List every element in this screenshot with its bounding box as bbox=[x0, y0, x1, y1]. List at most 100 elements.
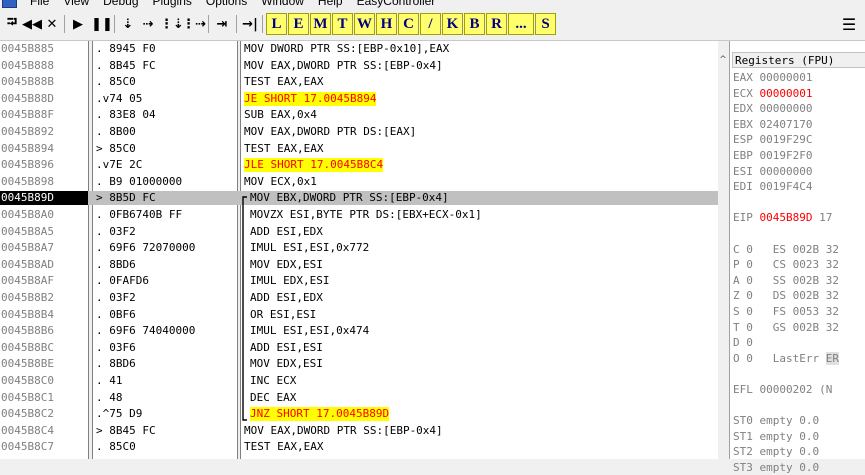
row-instruction: DEC EAX bbox=[250, 390, 297, 404]
menu-item-options[interactable]: Options bbox=[199, 0, 254, 8]
disassembly-row[interactable]: 0045B8C7 . 85C0 TEST EAX,EAX bbox=[0, 440, 728, 454]
disassembly-row[interactable]: 0045B8B2 . 03F2 ADD ESI,EDX bbox=[0, 291, 728, 305]
row-address: 0045B8B6 bbox=[1, 324, 54, 338]
menu-item-help[interactable]: Help bbox=[311, 0, 350, 8]
register-line: ESP 0019F29C bbox=[733, 133, 812, 147]
register-line: ST2 empty 0.0 bbox=[733, 445, 819, 459]
register-value: EBP 0019F2F0 bbox=[733, 149, 813, 162]
row-address: 0045B88F bbox=[1, 108, 54, 122]
disassembly-row[interactable]: 0045B896 .v7E 2C JLE SHORT 17.0045B8C4 bbox=[0, 158, 728, 173]
menu-item-view[interactable]: View bbox=[56, 0, 96, 8]
disassembly-row[interactable]: 0045B888 . 8B45 FC MOV EAX,DWORD PTR SS:[E… bbox=[0, 59, 728, 73]
toolbar-button-m[interactable]: M bbox=[310, 13, 331, 35]
toolbar-button-more[interactable]: ... bbox=[508, 13, 534, 35]
register-line: S 0 FS 0053 32 bbox=[733, 305, 839, 319]
disassembly-row[interactable]: 0045B8C0 . 41 INC ECX bbox=[0, 374, 728, 388]
toolbar-button-s[interactable]: S bbox=[535, 13, 556, 35]
row-bytes: . 0FAFD6 bbox=[96, 274, 149, 288]
disassembly-row[interactable]: 0045B8B4 . 0BF6 OR ESI,ESI bbox=[0, 308, 728, 322]
toolbar-button-b[interactable]: B bbox=[464, 13, 485, 35]
execute-till-return-icon[interactable]: ⇥ bbox=[212, 13, 232, 35]
disassembly-row[interactable]: 0045B898 . B9 01000000 MOV ECX,0x1 bbox=[0, 175, 728, 189]
app-icon bbox=[2, 0, 17, 8]
toolbar-button-r[interactable]: R bbox=[486, 13, 507, 35]
disassembly-row[interactable]: 0045B8C2 .^75 D9 JNZ SHORT 17.0045B89D bbox=[0, 407, 728, 422]
row-address: 0045B8C2 bbox=[1, 407, 54, 421]
pause-icon[interactable]: ❚❚ bbox=[91, 13, 113, 35]
row-instruction: ADD ESI,EDX bbox=[250, 291, 323, 304]
menu-item-file[interactable]: File bbox=[23, 0, 56, 8]
disassembly-row[interactable]: 0045B8BC . 03F6 ADD ESI,ESI bbox=[0, 341, 728, 355]
disassembly-row[interactable]: 0045B89D > 8B5D FC MOV EBX,DWORD PTR SS:[E… bbox=[0, 191, 728, 206]
scroll-up-icon[interactable]: ^ bbox=[718, 55, 728, 65]
toolbar-button-l[interactable]: L bbox=[266, 13, 287, 35]
menu-item-easycontroller[interactable]: EasyController bbox=[350, 0, 443, 8]
menu-item-plugins[interactable]: Plugins bbox=[146, 0, 199, 8]
register-value: EDX 00000000 bbox=[733, 102, 813, 116]
open-icon[interactable]: ⮒ bbox=[2, 13, 22, 35]
menu-item-window[interactable]: Window bbox=[254, 0, 311, 8]
toolbar-button-t[interactable]: T bbox=[332, 13, 353, 35]
register-value: Z 0 DS 002B 32 bbox=[733, 289, 839, 303]
toolbar-button-h[interactable]: H bbox=[376, 13, 397, 35]
disassembly-row[interactable]: 0045B88F . 83E8 04 SUB EAX,0x4 bbox=[0, 108, 728, 122]
goto-icon[interactable]: →| bbox=[240, 13, 260, 35]
row-address: 0045B892 bbox=[1, 125, 54, 138]
disassembly-row[interactable]: 0045B894 > 85C0 TEST EAX,EAX bbox=[0, 142, 728, 156]
disassembly-row[interactable]: 0045B892 . 8B00 MOV EAX,DWORD PTR DS:[EAX] bbox=[0, 125, 728, 139]
register-annotation: 17 bbox=[812, 211, 833, 225]
registers-pane[interactable]: Registers (FPU) EAX 00000001 ECX 00000001… bbox=[729, 41, 865, 474]
row-instruction: ADD ESI,ESI bbox=[250, 340, 323, 354]
close-icon[interactable]: ✕ bbox=[42, 13, 62, 35]
trace-over-icon[interactable]: ⋮⇢ bbox=[182, 13, 206, 35]
disassembly-row[interactable]: 0045B8B6 . 69F6 74040000 IMUL ESI,ESI,0x47… bbox=[0, 324, 728, 338]
toolbar-button-e[interactable]: E bbox=[288, 13, 309, 35]
disassembly-row[interactable]: 0045B8C4 > 8B45 FC MOV EAX,DWORD PTR SS:[E… bbox=[0, 424, 728, 438]
toolbar-button-k[interactable]: K bbox=[442, 13, 463, 35]
layout-icon[interactable]: ☰ bbox=[838, 13, 860, 35]
step-over-icon[interactable]: ⇢ bbox=[138, 13, 158, 35]
row-bytes: . 03F2 bbox=[96, 291, 136, 304]
disassembly-row[interactable]: 0045B885 . 8945 F0 MOV DWORD PTR SS:[EBP-0… bbox=[0, 42, 728, 56]
registers-header[interactable]: Registers (FPU) bbox=[732, 52, 865, 68]
toolbar-button-slash[interactable]: / bbox=[420, 13, 441, 35]
register-name: EIP bbox=[733, 211, 760, 225]
register-value: ST1 empty 0.0 bbox=[733, 429, 820, 443]
disassembly-row[interactable]: 0045B8A5 . 03F2 ADD ESI,EDX bbox=[0, 225, 728, 239]
register-line: A 0 SS 002B 32 bbox=[733, 274, 839, 288]
rewind-icon[interactable]: ◀◀ bbox=[22, 13, 42, 35]
disassembly-row[interactable]: 0045B88D .v74 05 JE SHORT 17.0045B894 bbox=[0, 91, 728, 106]
row-instruction: MOV EAX,DWORD PTR SS:[EBP-0x4] bbox=[244, 423, 443, 437]
row-instruction: TEST EAX,EAX bbox=[244, 440, 324, 454]
row-bytes: . 85C0 bbox=[96, 75, 136, 89]
disassembly-row[interactable]: 0045B8C1 . 48 DEC EAX bbox=[0, 391, 728, 405]
register-value: O 0 LastErr ER bbox=[733, 351, 839, 365]
disassembly-row[interactable]: 0045B8A7 . 69F6 72070000 IMUL ESI,ESI,0x77… bbox=[0, 241, 728, 255]
menu-item-debug[interactable]: Debug bbox=[96, 0, 145, 8]
toolbar-button-w[interactable]: W bbox=[354, 13, 375, 35]
row-bytes: .^75 D9 bbox=[96, 407, 143, 421]
register-value: ESI 00000000 bbox=[733, 164, 813, 178]
trace-into-icon[interactable]: ⋮⇣ bbox=[160, 13, 184, 35]
step-into-icon[interactable]: ⇣ bbox=[118, 13, 138, 35]
register-line: ECX 00000001 bbox=[733, 87, 812, 101]
disassembly-row[interactable]: 0045B8BE . 8BD6 MOV EDX,ESI bbox=[0, 357, 728, 371]
run-icon[interactable]: ▶ bbox=[68, 13, 88, 35]
row-address: 0045B894 bbox=[1, 141, 54, 155]
row-address: 0045B8C1 bbox=[1, 390, 54, 404]
disassembly-row[interactable]: 0045B8A0 . 0FB6740B FF MOVZX ESI,BYTE PTR … bbox=[0, 208, 728, 222]
disassembly-row[interactable]: 0045B8AD . 8BD6 MOV EDX,ESI bbox=[0, 258, 728, 272]
toolbar-button-c[interactable]: C bbox=[398, 13, 419, 35]
register-value: D 0 bbox=[733, 336, 753, 350]
row-instruction: MOV EDX,ESI bbox=[250, 357, 323, 371]
disassembly-row[interactable]: 0045B8AF . 0FAFD6 IMUL EDX,ESI bbox=[0, 274, 728, 288]
register-line: EBP 0019F2F0 bbox=[733, 149, 812, 163]
register-text: O 0 LastErr bbox=[733, 351, 826, 365]
disassembly-row[interactable]: 0045B88B . 85C0 TEST EAX,EAX bbox=[0, 75, 728, 89]
register-line: EAX 00000001 bbox=[733, 71, 812, 85]
row-bytes: . 8B00 bbox=[96, 125, 136, 138]
disassembly-scrollbar[interactable] bbox=[718, 41, 728, 459]
register-value: C 0 ES 002B 32 bbox=[733, 242, 839, 256]
row-address: 0045B8A5 bbox=[1, 224, 54, 238]
menu-bar: File View Debug Plugins Options Window Help Eas… bbox=[0, 0, 865, 9]
